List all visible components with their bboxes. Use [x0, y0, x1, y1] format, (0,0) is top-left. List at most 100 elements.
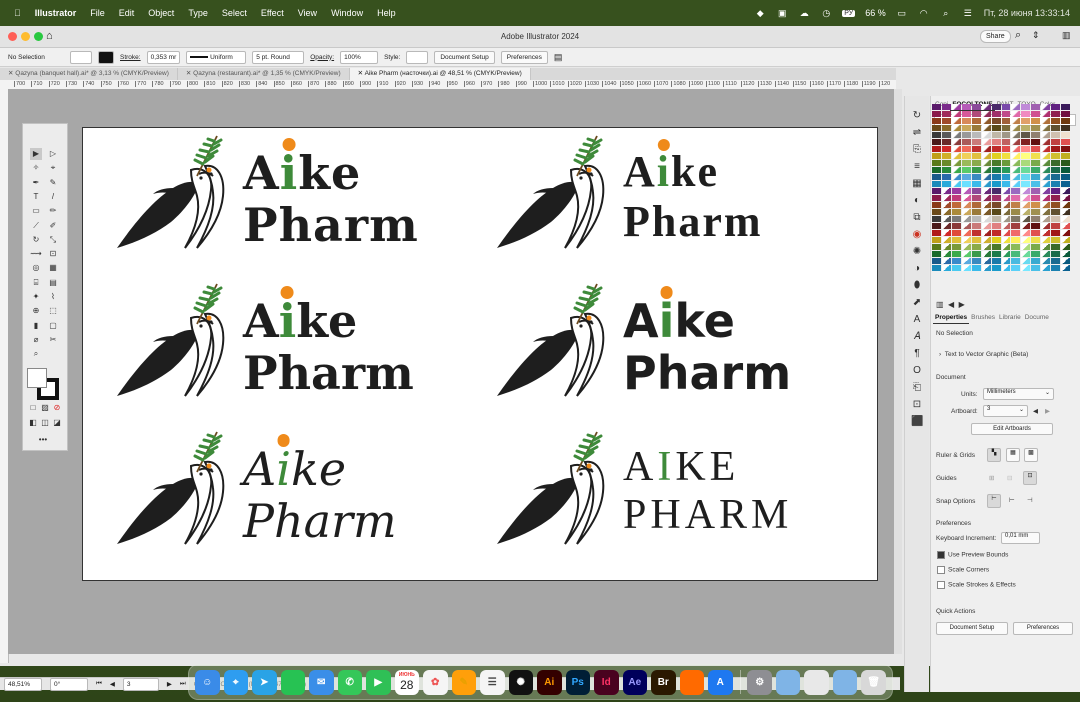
symbol-sprayer-tool-icon[interactable]: ⊕ [30, 305, 42, 317]
dock-mail-icon[interactable]: ✉ [309, 669, 334, 695]
tab-brushes[interactable]: Brushes [969, 312, 997, 323]
scale-tool-icon[interactable]: ⤡ [47, 234, 59, 246]
fill-swatch[interactable] [70, 50, 92, 64]
menu-edit[interactable]: Edit [119, 8, 135, 18]
next-library-icon[interactable]: ▶ [959, 300, 965, 309]
free-transform-tool-icon[interactable]: ⊡ [47, 248, 59, 260]
workspace-icon[interactable]: ▥ [1062, 30, 1071, 41]
draw-inside-icon[interactable]: ◪ [51, 417, 63, 429]
menu-window[interactable]: Window [331, 8, 363, 18]
next-artboard-icon[interactable]: ▶ [167, 680, 172, 688]
text-to-vector-section[interactable]: › Text to Vector Graphic (Beta) [939, 351, 1028, 358]
snap-to-pixel-icon[interactable]: ⊢ [1009, 496, 1015, 504]
logo-variant[interactable]: Ai ke Pharm [113, 426, 453, 556]
battery-icon[interactable]: ▭ [896, 7, 908, 19]
artboard[interactable]: Ai ke Pharm Ai ke Pharm Ai ke Pharm Ai ke Pharm Ai ke… [82, 127, 878, 581]
logo-variant[interactable]: AIKE PHARM [493, 426, 833, 556]
dock-settings-icon[interactable]: ⚙ [747, 669, 772, 695]
lasso-tool-icon[interactable]: ⌖ [47, 162, 59, 174]
dock-folder-icon[interactable] [775, 669, 801, 695]
close-tab-icon[interactable]: ✕ [358, 70, 365, 77]
none-mode-icon[interactable]: ⊘ [51, 402, 63, 414]
screen-mode-icon[interactable]: ◫ [39, 417, 51, 429]
align-icon[interactable]: ▤ [554, 52, 563, 63]
document-setup-button[interactable]: Document Setup [434, 50, 495, 64]
stroke-swatch[interactable] [98, 50, 114, 64]
menu-app-name[interactable]: Illustrator [35, 8, 77, 18]
artboard-tool-icon[interactable]: ▮ [30, 320, 42, 332]
dock-chatgpt-icon[interactable]: ✺ [508, 669, 533, 695]
variable-width-profile[interactable]: Uniform [186, 50, 247, 64]
dock-ai-icon[interactable]: Ai [537, 669, 562, 695]
dock-folder2-icon[interactable] [832, 669, 858, 695]
swatches-icon[interactable]: ▦ [911, 178, 923, 190]
dock-whatsapp-icon[interactable] [280, 669, 305, 695]
preferences-button[interactable]: Preferences [1013, 622, 1073, 635]
mesh-tool-icon[interactable]: ⌸ [30, 277, 42, 289]
previous-artboard-icon[interactable]: ◀ [1033, 407, 1038, 415]
type-tool-icon[interactable]: T [30, 191, 42, 203]
search-icon[interactable]: ⌕ [940, 7, 952, 19]
zoom-tool-icon[interactable]: ⌕ [30, 348, 42, 360]
tab-document-info[interactable]: Docume [1023, 312, 1051, 323]
history-icon[interactable]: ↻ [911, 110, 923, 122]
logo-variant[interactable]: Ai ke Pharm [493, 278, 833, 408]
last-artboard-icon[interactable]: ⏭ [180, 680, 186, 688]
grid-toggle-icon[interactable]: ▦ [1006, 448, 1020, 462]
show-guides-icon[interactable]: ⊞ [989, 474, 994, 482]
snap-to-point-icon[interactable]: ⊢ [987, 494, 1001, 508]
dock-firefox-icon[interactable] [679, 669, 704, 695]
status-app-icon[interactable]: ◆ [754, 7, 766, 19]
edit-artboards-button[interactable]: Edit Artboards [971, 423, 1053, 435]
rectangle-tool-icon[interactable]: ▭ [30, 205, 42, 217]
stroke-weight-field[interactable]: 0,353 mr [146, 50, 181, 64]
dock-ae-icon[interactable]: Ae [622, 669, 647, 695]
vertical-scrollbar[interactable] [894, 89, 902, 654]
logo-variant[interactable]: Ai ke Pharm [113, 130, 453, 260]
menu-effect[interactable]: Effect [261, 8, 284, 18]
rotation-field[interactable]: 0° [50, 677, 88, 691]
pen-tool-icon[interactable]: ✒ [30, 177, 42, 189]
next-artboard-icon[interactable]: ▶ [1045, 407, 1050, 415]
menu-view[interactable]: View [298, 8, 317, 18]
color-icon[interactable]: ◐ [911, 195, 923, 207]
line-tool-icon[interactable]: / [47, 191, 59, 203]
keyboard-increment-field[interactable]: 0,01 mm [1001, 532, 1040, 544]
document-setup-button[interactable]: Document Setup [936, 622, 1008, 635]
menu-type[interactable]: Type [188, 8, 208, 18]
dock-facetime-icon[interactable]: ▶ [366, 669, 391, 695]
transparency-grid-icon[interactable]: ▩ [1024, 448, 1038, 462]
artboard-select[interactable]: 3 ⌄ [983, 405, 1028, 417]
previous-library-icon[interactable]: ◀ [948, 300, 954, 309]
dock-notes-icon[interactable]: ✎ [451, 669, 476, 695]
shaper-tool-icon[interactable]: ⟋ [30, 220, 42, 232]
focoltone-swatch-grid[interactable] [932, 104, 1070, 272]
rotate-tool-icon[interactable]: ↻ [30, 234, 42, 246]
graphic-style-picker[interactable] [406, 50, 429, 64]
graph-tool-icon[interactable]: ⬚ [47, 305, 59, 317]
logo-variant[interactable]: Ai ke Pharm [113, 278, 453, 408]
gradient-icon[interactable]: ◑ [911, 263, 923, 275]
opacity-field[interactable]: 100% [340, 50, 379, 64]
align-panel-icon[interactable]: ≡ [911, 161, 923, 173]
fill-color-swatch[interactable] [27, 368, 47, 388]
dock-id-icon[interactable]: Id [594, 669, 619, 695]
eraser-tool-icon[interactable]: ✂ [47, 334, 59, 346]
selection-tool-icon[interactable]: ▶ [30, 148, 42, 160]
input-language[interactable]: РУ [842, 9, 856, 17]
dock-finder-icon[interactable]: ☺ [195, 669, 220, 695]
clock[interactable]: Пт, 28 июня 13:33:14 [984, 8, 1070, 18]
links-icon[interactable]: ⬈ [911, 297, 923, 309]
time-machine-icon[interactable]: ◷ [820, 7, 832, 19]
character-icon[interactable]: A [911, 314, 923, 326]
dock-trash-icon[interactable]: 🗑 [861, 669, 886, 695]
more-tools-icon[interactable]: ••• [37, 434, 49, 446]
menu-help[interactable]: Help [377, 8, 396, 18]
creative-cloud-icon[interactable]: ☁ [798, 7, 810, 19]
hand-tool-icon[interactable]: ⌀ [30, 334, 42, 346]
color-mode-icon[interactable]: □ [27, 402, 39, 414]
previous-artboard-icon[interactable]: ◀ [110, 680, 115, 688]
ruler-toggle-icon[interactable]: ▚ [987, 448, 1001, 462]
dock-calendar-icon[interactable]: ИЮНЬ 28 [394, 669, 419, 695]
logo-variant[interactable]: Ai ke Pharm [493, 130, 833, 260]
